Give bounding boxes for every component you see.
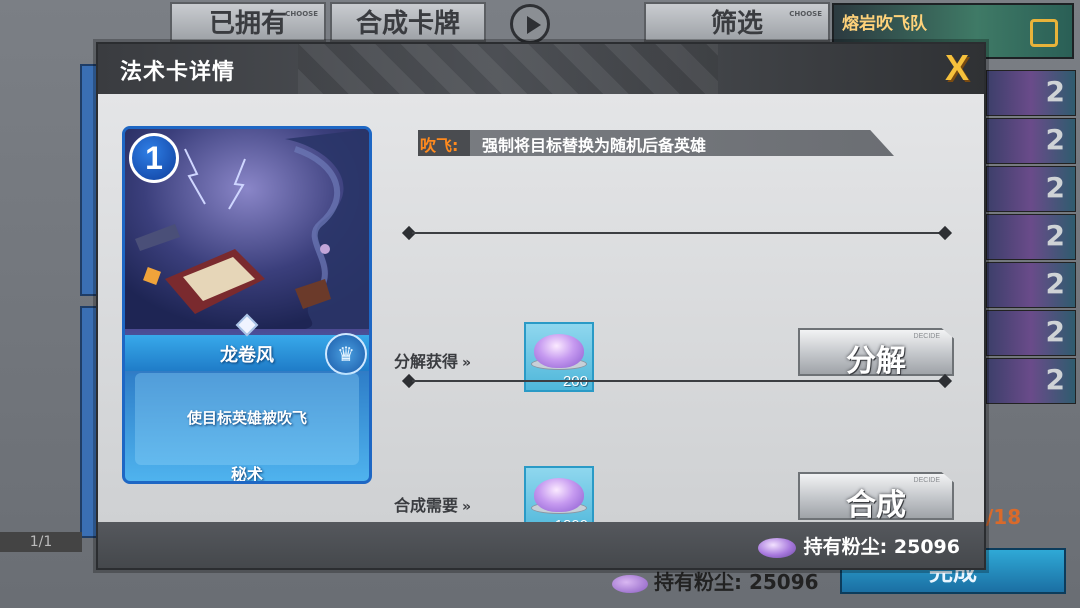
background-dust-display: 持有粉尘: 25096 <box>612 566 819 595</box>
craft-label-text: 合成需要 <box>394 496 459 515</box>
spell-card: 1 龙卷风 ♛ 使目标英雄被吹飞 秘术 <box>122 126 372 484</box>
card-count: 2 <box>1045 123 1065 156</box>
list-item[interactable]: 2 <box>986 358 1076 404</box>
dust-icon <box>534 478 584 512</box>
list-item[interactable]: 2 <box>986 166 1076 212</box>
card-description: 使目标英雄被吹飞 <box>186 409 307 427</box>
arrows-icon: » <box>462 499 472 515</box>
card-count: 2 <box>1045 363 1065 396</box>
tab-filter[interactable]: 筛选 CHOOSE <box>644 2 830 42</box>
header-decoration <box>298 44 718 94</box>
modal-title: 法术卡详情 <box>120 60 236 85</box>
spell-card-detail-modal: 法术卡详情 X 1 龙卷风 ♛ 使目标英雄被吹飞 秘术 吹飞: 强制将目标替换为… <box>96 42 986 570</box>
dust-icon <box>757 537 796 558</box>
craft-button-label: 合成 <box>846 488 906 523</box>
tab-craft-cards[interactable]: 合成卡牌 <box>330 2 486 42</box>
slot-count: /18 <box>986 505 1022 529</box>
modal-footer: 持有粉尘: 25096 <box>98 522 984 568</box>
dust-balance: 持有粉尘: 25096 <box>757 532 960 559</box>
modal-body: 1 龙卷风 ♛ 使目标英雄被吹飞 秘术 吹飞: 强制将目标替换为随机后备英雄 分… <box>98 94 984 536</box>
play-icon[interactable] <box>510 4 550 44</box>
close-icon[interactable]: X <box>940 50 974 86</box>
deck-card-list: 2 2 2 2 2 2 2 <box>986 70 1076 406</box>
tab-owned-label: 已拥有 <box>208 9 287 39</box>
disenchant-button[interactable]: DECIDE 分解 <box>798 328 954 376</box>
card-count: 2 <box>1045 315 1065 348</box>
dust-value: 25096 <box>748 570 819 594</box>
effect-text: 强制将目标替换为随机后备英雄 <box>482 136 707 155</box>
dust-label: 持有粉尘: <box>654 570 742 594</box>
dust-icon <box>534 334 584 368</box>
card-count: 2 <box>1045 219 1065 252</box>
edit-icon[interactable] <box>1030 19 1058 47</box>
divider <box>400 225 954 241</box>
list-item[interactable]: 2 <box>986 70 1076 116</box>
list-item[interactable]: 2 <box>986 214 1076 260</box>
list-item[interactable]: 2 <box>986 118 1076 164</box>
dust-balance-label: 持有粉尘: <box>803 536 888 558</box>
card-type: 秘术 <box>230 465 263 484</box>
dust-icon <box>612 574 648 593</box>
tab-craft-cards-label: 合成卡牌 <box>355 9 460 39</box>
disenchant-label: 分解获得» <box>394 348 471 372</box>
card-count: 2 <box>1045 267 1065 300</box>
choose-tag: CHOOSE <box>789 10 822 18</box>
dust-balance-value: 25096 <box>893 536 960 558</box>
tab-filter-label: 筛选 <box>710 9 763 39</box>
list-item[interactable]: 2 <box>986 262 1076 308</box>
team-name: 熔岩吹飞队 <box>842 14 927 34</box>
card-count: 2 <box>1045 171 1065 204</box>
card-count: 2 <box>1045 75 1065 108</box>
divider <box>400 373 954 389</box>
tab-owned[interactable]: 已拥有 CHOOSE <box>170 2 326 42</box>
craft-button[interactable]: DECIDE 合成 <box>798 472 954 520</box>
emblem-icon: ♛ <box>325 333 367 375</box>
cost-badge: 1 <box>129 133 179 183</box>
modal-header: 法术卡详情 X <box>98 44 984 94</box>
disenchant-label-text: 分解获得 <box>394 352 459 371</box>
page-indicator: 1/1 <box>0 532 82 552</box>
arrows-icon: » <box>462 355 472 371</box>
list-item[interactable]: 2 <box>986 310 1076 356</box>
craft-label: 合成需要» <box>394 492 471 516</box>
choose-tag: CHOOSE <box>285 10 318 18</box>
effect-tag: 吹飞: <box>420 136 459 155</box>
